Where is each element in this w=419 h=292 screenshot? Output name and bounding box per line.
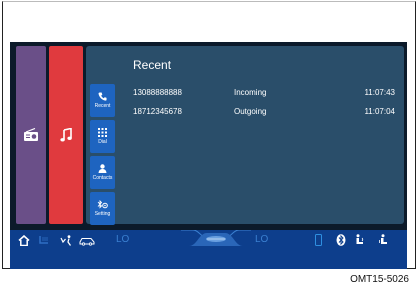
call-row[interactable]: 18712345678 Outgoing 11:07:04 xyxy=(133,107,395,119)
call-number: 13088888888 xyxy=(133,88,182,97)
phone-status-icon xyxy=(315,234,322,246)
right-temperature[interactable]: LO xyxy=(255,234,268,245)
left-temperature[interactable]: LO xyxy=(116,234,129,245)
figure-caption: OMT15-5026 xyxy=(350,274,409,285)
radio-icon xyxy=(23,128,39,142)
tab-dial[interactable]: Dial xyxy=(90,120,115,153)
tab-contacts[interactable]: Contacts xyxy=(90,156,115,189)
passenger-seat-icon[interactable] xyxy=(378,234,388,246)
call-time: 11:07:04 xyxy=(364,107,395,116)
seat-heat-icon[interactable] xyxy=(38,235,50,246)
tab-recent[interactable]: Recent xyxy=(90,84,115,117)
tab-setting-label: Setting xyxy=(94,211,111,217)
tab-setting[interactable]: Setting xyxy=(90,192,115,225)
person-icon xyxy=(98,164,107,173)
tab-dial-label: Dial xyxy=(98,139,107,145)
page-title: Recent xyxy=(133,58,172,72)
keypad-icon xyxy=(98,128,107,137)
home-icon[interactable] xyxy=(18,235,30,246)
call-type: Incoming xyxy=(234,88,267,97)
driver-seat-icon[interactable] xyxy=(355,234,365,246)
call-time: 11:07:43 xyxy=(364,88,395,97)
call-number: 18712345678 xyxy=(133,107,182,116)
call-type: Outgoing xyxy=(234,107,267,116)
phone-panel: Recent Recent Dial Contacts Setting 1308… xyxy=(86,46,404,225)
airflow-icon[interactable] xyxy=(60,235,73,246)
tab-contacts-label: Contacts xyxy=(92,175,113,181)
call-row[interactable]: 13088888888 Incoming 11:07:43 xyxy=(133,88,395,100)
fan-speed-control[interactable] xyxy=(181,230,251,246)
tab-recent-label: Recent xyxy=(94,103,111,109)
phone-tabs: Recent Dial Contacts Setting xyxy=(90,84,115,228)
recirculation-icon[interactable] xyxy=(79,235,95,246)
radio-tile[interactable] xyxy=(16,46,46,224)
bluetooth-settings-icon xyxy=(97,200,108,209)
music-tile[interactable] xyxy=(49,46,83,224)
phone-icon xyxy=(98,92,107,101)
climate-bar: LO LO xyxy=(10,230,407,269)
bluetooth-icon xyxy=(336,234,346,246)
head-unit-screen: Recent Recent Dial Contacts Setting 1308… xyxy=(10,42,407,269)
music-note-icon xyxy=(60,128,72,142)
